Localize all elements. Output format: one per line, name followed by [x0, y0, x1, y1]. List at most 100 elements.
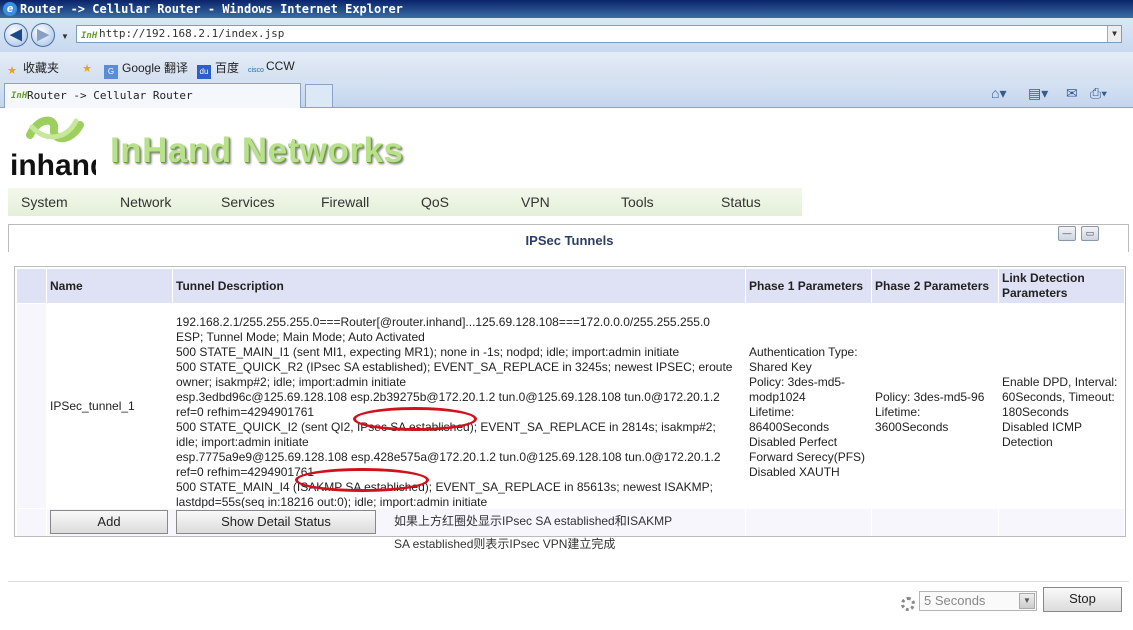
new-tab-button[interactable] — [305, 84, 333, 108]
row-select-cell — [17, 304, 46, 508]
star-icon: ★ — [7, 65, 17, 77]
tunnel-description: 192.168.2.1/255.255.255.0===Router[@rout… — [173, 304, 745, 508]
action-row-link — [999, 509, 1124, 536]
tab-bar: InH Router -> Cellular Router ⌂▾ ▤▾ ✉ ⎙▾ — [0, 80, 1133, 108]
p2-line: Lifetime: — [875, 405, 921, 419]
loading-spinner-icon — [901, 597, 915, 611]
site-favicon-icon: InH — [81, 31, 98, 41]
baidu-icon: du — [197, 65, 211, 79]
p1-line: Policy: 3des-md5- — [749, 375, 846, 389]
ie-logo-icon: e — [3, 2, 17, 16]
print-icon[interactable]: ⎙▾ — [1090, 85, 1107, 102]
p1-line: 86400Seconds — [749, 420, 830, 434]
header-phase2: Phase 2 Parameters — [872, 269, 998, 303]
window-title-bar: e Router -> Cellular Router - Windows In… — [0, 0, 1133, 18]
cisco-icon: cisco — [248, 67, 264, 74]
favorite-baidu[interactable]: du 百度 — [197, 59, 239, 79]
desc-line: 500 STATE_MAIN_I1 (sent MI1, expecting M… — [176, 345, 680, 359]
menu-qos[interactable]: QoS — [421, 194, 449, 210]
forward-button[interactable]: ▶ — [31, 23, 55, 47]
window-title: Router -> Cellular Router - Windows Inte… — [20, 2, 403, 16]
menu-vpn[interactable]: VPN — [521, 194, 550, 210]
action-row-select — [17, 509, 46, 536]
minimize-icon[interactable]: — — [1058, 226, 1076, 241]
home-icon[interactable]: ⌂▾ — [991, 85, 1006, 102]
link-line: Detection — [1002, 435, 1053, 449]
menu-tools[interactable]: Tools — [621, 194, 654, 210]
main-menu: System Network Services Firewall QoS VPN… — [8, 188, 802, 216]
p1-line: Lifetime: — [749, 405, 795, 419]
p1-line: Authentication Type: — [749, 345, 858, 359]
site-favicon-icon: InH — [11, 91, 28, 101]
address-bar: ◀ ▶ ▼ InH http://192.168.2.1/index.jsp ▼ — [0, 18, 1133, 52]
p2-line: Policy: 3des-md5-96 — [875, 390, 985, 404]
desc-line: idle; import:admin initiate — [176, 435, 309, 449]
maximize-icon[interactable]: ▭ — [1081, 226, 1099, 241]
chevron-down-icon[interactable]: ▼ — [1019, 593, 1035, 609]
menu-network[interactable]: Network — [120, 194, 171, 210]
add-button[interactable]: Add — [50, 510, 168, 534]
tunnel-name: IPSec_tunnel_1 — [47, 304, 172, 508]
panel-title: IPSec Tunnels — [525, 233, 614, 248]
favorite-ccw[interactable]: cisco CCW — [248, 59, 295, 78]
menu-firewall[interactable]: Firewall — [321, 194, 369, 210]
menu-status[interactable]: Status — [721, 194, 761, 210]
header-name: Name — [47, 269, 172, 303]
p1-line: Forward Serecy(PFS) — [749, 450, 866, 464]
desc-line: lastdpd=55s(seq in:18216 out:0); idle; i… — [176, 495, 488, 508]
ipsec-panel: IPSec Tunnels — ▭ — [8, 224, 1129, 252]
inhand-logo: inhand — [10, 116, 96, 182]
link-line: 180Seconds — [1002, 405, 1069, 419]
page-icon: G — [104, 65, 118, 79]
show-detail-status-button[interactable]: Show Detail Status — [176, 510, 376, 534]
highlight-circle-ipsec — [353, 407, 477, 431]
stop-button[interactable]: Stop — [1043, 587, 1122, 612]
refresh-interval-select[interactable]: 5 Seconds ▼ — [919, 591, 1037, 611]
p2-line: 3600Seconds — [875, 420, 949, 434]
url-input[interactable]: InH http://192.168.2.1/index.jsp ▼ — [76, 25, 1122, 43]
url-dropdown-icon[interactable]: ▼ — [1107, 26, 1121, 42]
header-phase1: Phase 1 Parameters — [746, 269, 871, 303]
phase2-parameters: Policy: 3des-md5-96 Lifetime: 3600Seconds — [872, 304, 998, 508]
desc-line: ESP; Tunnel Mode; Main Mode; Auto Activa… — [176, 330, 425, 344]
feeds-icon[interactable]: ▤▾ — [1028, 85, 1048, 102]
mail-icon[interactable]: ✉ — [1066, 85, 1078, 102]
desc-line: ref=0 refhim=4294901761 — [176, 465, 315, 479]
p1-line: Disabled XAUTH — [749, 465, 840, 479]
action-row-p1 — [746, 509, 871, 536]
tunnels-table: Name Tunnel Description Phase 1 Paramete… — [14, 266, 1126, 537]
link-line: Disabled ICMP — [1002, 420, 1083, 434]
p1-line: modp1024 — [749, 390, 806, 404]
phase1-parameters: Authentication Type: Shared Key Policy: 3d… — [746, 304, 871, 508]
desc-line: owner; isakmp#2; idle; import:admin init… — [176, 375, 407, 389]
header-description: Tunnel Description — [173, 269, 745, 303]
add-favorite-icon[interactable]: ★ — [80, 59, 98, 76]
back-button[interactable]: ◀ — [4, 23, 28, 47]
action-row-p2 — [872, 509, 998, 536]
p1-line: Disabled Perfect — [749, 435, 838, 449]
header-select — [17, 269, 46, 303]
link-line: 60Seconds, Timeout: — [1002, 390, 1115, 404]
desc-line: 500 STATE_QUICK_R2 (IPsec SA established… — [176, 360, 733, 374]
header-link-detection: Link Detection Parameters — [999, 269, 1124, 303]
history-dropdown-icon[interactable]: ▼ — [61, 32, 69, 41]
divider — [8, 581, 1129, 582]
note-line-2: SA established则表示IPsec VPN建立完成 — [394, 537, 616, 551]
highlight-circle-isakmp — [295, 468, 429, 492]
desc-line: esp.3edbd96c@125.69.128.108 esp.2b39275b… — [176, 390, 720, 404]
link-detection-parameters: Enable DPD, Interval: 60Seconds, Timeout:… — [999, 304, 1124, 508]
page-content: inhand InHand Networks System Network Se… — [0, 109, 1133, 630]
desc-line: 500 STATE_MAIN_I4 (ISAKMP SA established… — [176, 480, 713, 494]
favorite-google-translate[interactable]: G Google 翻译 — [104, 59, 188, 79]
brand-name: InHand Networks — [110, 131, 404, 170]
desc-line: esp.7775a9e9@125.69.128.108 esp.428e575a… — [176, 450, 721, 464]
menu-services[interactable]: Services — [221, 194, 275, 210]
favorites-button[interactable]: ★ 收藏夹 — [5, 59, 59, 78]
url-text: http://192.168.2.1/index.jsp — [99, 27, 285, 40]
link-line: Enable DPD, Interval: — [1002, 375, 1118, 389]
p1-line: Shared Key — [749, 360, 812, 374]
desc-line: 192.168.2.1/255.255.255.0===Router[@rout… — [176, 315, 710, 329]
menu-system[interactable]: System — [21, 194, 68, 210]
logo-text: inhand — [10, 149, 96, 182]
tab-router[interactable]: InH Router -> Cellular Router — [4, 83, 301, 108]
